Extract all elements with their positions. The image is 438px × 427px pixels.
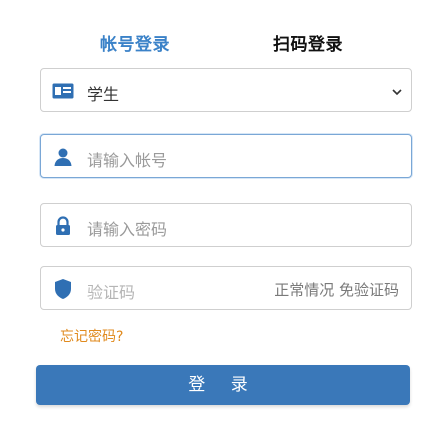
role-select-value: 学生 — [87, 85, 120, 104]
captcha-placeholder: 验证码 — [87, 283, 136, 302]
id-card-icon — [51, 81, 75, 101]
forgot-password-link[interactable]: 忘记密码? — [60, 326, 123, 346]
password-input[interactable]: 请输入密码 — [40, 203, 412, 247]
password-placeholder: 请输入密码 — [87, 220, 168, 239]
captcha-status: 正常情况 免验证码 — [274, 281, 399, 299]
tab-qr-login[interactable]: 扫码登录 — [273, 30, 343, 55]
tab-account-login[interactable]: 帐号登录 — [100, 30, 170, 55]
login-tabs: 帐号登录 扫码登录 — [0, 30, 438, 55]
captcha-input[interactable]: 验证码 正常情况 免验证码 — [40, 266, 412, 310]
login-button[interactable]: 登 录 — [36, 365, 410, 405]
user-icon — [51, 147, 75, 167]
shield-icon — [51, 279, 75, 299]
username-input[interactable]: 请输入帐号 — [40, 134, 412, 178]
lock-icon — [51, 216, 75, 236]
chevron-down-icon — [391, 83, 403, 96]
role-select[interactable]: 学生 — [40, 68, 412, 112]
username-placeholder: 请输入帐号 — [87, 151, 168, 170]
